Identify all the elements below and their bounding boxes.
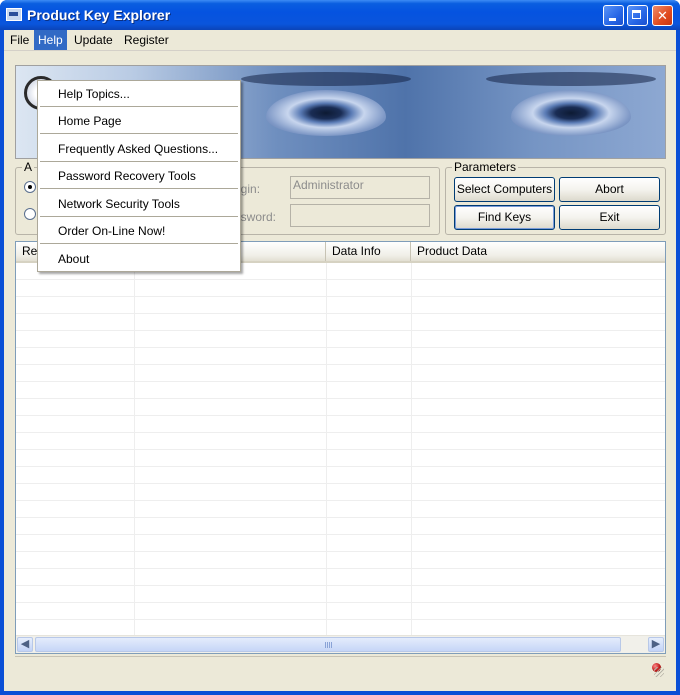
menu-separator xyxy=(40,161,238,162)
auth-group-legend: A xyxy=(22,160,35,174)
menu-separator xyxy=(40,106,238,107)
eye-right xyxy=(511,90,631,136)
resize-grip-icon[interactable] xyxy=(654,667,664,677)
menu-register[interactable]: Register xyxy=(120,30,173,50)
help-dropdown-menu: Help Topics... Home Page Frequently Aske… xyxy=(37,80,241,272)
menu-separator xyxy=(40,243,238,244)
eye-left xyxy=(266,90,386,136)
parameters-legend: Parameters xyxy=(452,160,519,174)
menu-bar: File Help Update Register xyxy=(4,30,676,51)
eyebrow-right xyxy=(486,72,656,86)
scroll-left-arrow-icon[interactable]: ◀ xyxy=(17,637,33,652)
horizontal-scrollbar[interactable]: ◀ ▶ xyxy=(16,635,665,653)
table-row-lines xyxy=(16,263,665,636)
menu-separator xyxy=(40,133,238,134)
menu-help[interactable]: Help xyxy=(34,30,67,50)
column-data-info[interactable]: Data Info xyxy=(326,242,411,261)
status-bar xyxy=(15,656,666,679)
minimize-button[interactable] xyxy=(603,5,624,26)
menu-update[interactable]: Update xyxy=(70,30,117,50)
window-title: Product Key Explorer xyxy=(27,7,171,23)
login-field[interactable]: Administrator xyxy=(290,176,430,199)
maximize-button[interactable] xyxy=(627,5,648,26)
parameters-groupbox: Parameters Select Computers Abort Find K… xyxy=(445,160,666,235)
column-divider xyxy=(326,263,327,636)
scrollbar-grip-icon xyxy=(325,642,333,648)
eyebrow-left xyxy=(241,72,411,86)
menu-item-help-topics[interactable]: Help Topics... xyxy=(40,83,238,105)
menu-file[interactable]: File xyxy=(6,30,33,50)
column-divider xyxy=(134,263,135,636)
column-divider xyxy=(411,263,412,636)
client-area: File Help Update Register A ogin: Admini… xyxy=(4,30,676,691)
menu-item-about[interactable]: About xyxy=(40,248,238,270)
menu-item-network-security-tools[interactable]: Network Security Tools xyxy=(40,193,238,215)
menu-item-password-recovery-tools[interactable]: Password Recovery Tools xyxy=(40,165,238,187)
abort-button[interactable]: Abort xyxy=(559,177,660,202)
radio-option-2[interactable] xyxy=(24,208,36,220)
menu-item-order-online[interactable]: Order On-Line Now! xyxy=(40,220,238,242)
menu-item-home-page[interactable]: Home Page xyxy=(40,110,238,132)
results-table[interactable]: Remote Address Product Name Data Info Pr… xyxy=(15,241,666,654)
column-product-data[interactable]: Product Data xyxy=(411,242,665,261)
scroll-right-arrow-icon[interactable]: ▶ xyxy=(648,637,664,652)
close-button[interactable]: ✕ xyxy=(652,5,673,26)
select-computers-button[interactable]: Select Computers xyxy=(454,177,555,202)
radio-option-1[interactable] xyxy=(24,181,36,193)
find-keys-button[interactable]: Find Keys xyxy=(454,205,555,230)
password-field[interactable] xyxy=(290,204,430,227)
app-icon[interactable] xyxy=(6,8,22,21)
app-window: Product Key Explorer ✕ File Help Update … xyxy=(0,0,680,695)
table-body[interactable] xyxy=(16,263,665,636)
menu-separator xyxy=(40,216,238,217)
menu-separator xyxy=(40,188,238,189)
title-bar[interactable]: Product Key Explorer ✕ xyxy=(0,0,680,30)
scrollbar-thumb[interactable] xyxy=(35,637,621,652)
exit-button[interactable]: Exit xyxy=(559,205,660,230)
menu-item-faq[interactable]: Frequently Asked Questions... xyxy=(40,138,238,160)
